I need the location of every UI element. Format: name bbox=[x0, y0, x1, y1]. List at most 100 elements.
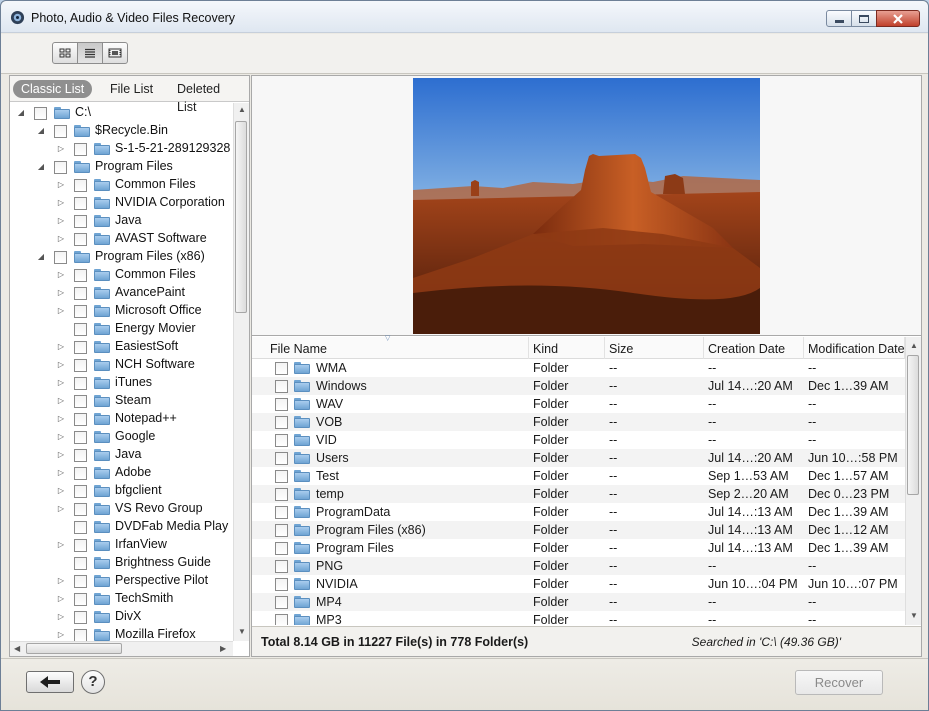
tree-node[interactable]: ▷ NVIDIA Corporation bbox=[10, 194, 234, 212]
file-row[interactable]: WAV Folder -- -- -- bbox=[252, 395, 905, 413]
file-row[interactable]: Program Files (x86) Folder -- Jul 14…:13 AM… bbox=[252, 521, 905, 539]
tab-file-list[interactable]: File List bbox=[102, 80, 161, 98]
file-row-checkbox[interactable] bbox=[275, 470, 288, 483]
expand-arrow-icon[interactable]: ▷ bbox=[56, 144, 66, 154]
tab-classic-list[interactable]: Classic List bbox=[13, 80, 93, 98]
tree-node[interactable]: ▷ Perspective Pilot bbox=[10, 572, 234, 590]
file-row-checkbox[interactable] bbox=[275, 542, 288, 555]
expand-arrow-icon[interactable]: ▷ bbox=[56, 486, 66, 496]
tree-node-checkbox[interactable] bbox=[74, 413, 87, 426]
file-scroll-down-icon[interactable]: ▼ bbox=[910, 611, 918, 620]
collapse-arrow-icon[interactable]: ◢ bbox=[16, 108, 26, 118]
tree-node[interactable]: ▷ Common Files bbox=[10, 176, 234, 194]
expand-arrow-icon[interactable]: ▷ bbox=[56, 288, 66, 298]
tree-node-checkbox[interactable] bbox=[54, 251, 67, 264]
tree-node[interactable]: ▷ NCH Software bbox=[10, 356, 234, 374]
file-row[interactable]: temp Folder -- Sep 2…20 AM Dec 0…23 PM bbox=[252, 485, 905, 503]
tree-node[interactable]: DVDFab Media Play bbox=[10, 518, 234, 536]
minimize-button[interactable] bbox=[826, 10, 852, 27]
file-row-checkbox[interactable] bbox=[275, 596, 288, 609]
tree-node-checkbox[interactable] bbox=[74, 323, 87, 336]
column-header-file-name[interactable]: File Name bbox=[252, 337, 529, 359]
tree-node-checkbox[interactable] bbox=[54, 161, 67, 174]
tree-node-checkbox[interactable] bbox=[74, 143, 87, 156]
tree-node-checkbox[interactable] bbox=[74, 485, 87, 498]
tree-node-checkbox[interactable] bbox=[74, 215, 87, 228]
tree-node-checkbox[interactable] bbox=[74, 629, 87, 641]
tree-node[interactable]: ◢ Program Files (x86) bbox=[10, 248, 234, 266]
file-row[interactable]: Test Folder -- Sep 1…53 AM Dec 1…57 AM bbox=[252, 467, 905, 485]
expand-arrow-icon[interactable]: ▷ bbox=[56, 216, 66, 226]
tree-node[interactable]: ▷ AvancePaint bbox=[10, 284, 234, 302]
expand-arrow-icon[interactable]: ▷ bbox=[56, 630, 66, 640]
expand-arrow-icon[interactable]: ▷ bbox=[56, 306, 66, 316]
maximize-button[interactable] bbox=[851, 10, 877, 27]
scroll-left-icon[interactable]: ◀ bbox=[14, 644, 20, 653]
back-button[interactable] bbox=[26, 671, 74, 693]
file-row-checkbox[interactable] bbox=[275, 614, 288, 625]
column-header-modification-date[interactable]: Modification Date bbox=[804, 337, 905, 359]
filmstrip-view-button[interactable] bbox=[102, 42, 128, 64]
tree-node-checkbox[interactable] bbox=[74, 395, 87, 408]
column-header-creation-date[interactable]: Creation Date bbox=[704, 337, 804, 359]
tree-node[interactable]: Energy Movier bbox=[10, 320, 234, 338]
file-row-checkbox[interactable] bbox=[275, 362, 288, 375]
expand-arrow-icon[interactable]: ▷ bbox=[56, 270, 66, 280]
file-row[interactable]: VID Folder -- -- -- bbox=[252, 431, 905, 449]
column-header-kind[interactable]: Kind bbox=[529, 337, 605, 359]
expand-arrow-icon[interactable]: ▷ bbox=[56, 432, 66, 442]
file-row[interactable]: MP4 Folder -- -- -- bbox=[252, 593, 905, 611]
expand-arrow-icon[interactable]: ▷ bbox=[56, 594, 66, 604]
tree-node-checkbox[interactable] bbox=[74, 431, 87, 444]
expand-arrow-icon[interactable]: ▷ bbox=[56, 576, 66, 586]
column-header-size[interactable]: Size bbox=[605, 337, 704, 359]
file-row[interactable]: PNG Folder -- -- -- bbox=[252, 557, 905, 575]
file-row[interactable]: Windows Folder -- Jul 14…:20 AM Dec 1…39 AM bbox=[252, 377, 905, 395]
tree-hscroll-thumb[interactable] bbox=[26, 643, 122, 654]
expand-arrow-icon[interactable]: ▷ bbox=[56, 540, 66, 550]
tree-vertical-scrollbar[interactable]: ▲ ▼ bbox=[233, 103, 249, 641]
file-row[interactable]: NVIDIA Folder -- Jun 10…:04 PM Jun 10…:07 PM bbox=[252, 575, 905, 593]
tree-node[interactable]: ▷ Microsoft Office bbox=[10, 302, 234, 320]
collapse-arrow-icon[interactable]: ◢ bbox=[36, 162, 46, 172]
file-list-vertical-scrollbar[interactable]: ▲ ▼ bbox=[905, 337, 921, 625]
tree-scroll-thumb[interactable] bbox=[235, 121, 247, 313]
tree-node[interactable]: ▷ DivX bbox=[10, 608, 234, 626]
expand-arrow-icon[interactable]: ▷ bbox=[56, 342, 66, 352]
file-row-checkbox[interactable] bbox=[275, 488, 288, 501]
expand-arrow-icon[interactable]: ▷ bbox=[56, 198, 66, 208]
tree-node-checkbox[interactable] bbox=[74, 287, 87, 300]
tree-node-checkbox[interactable] bbox=[74, 179, 87, 192]
tree-node[interactable]: ▷ Adobe bbox=[10, 464, 234, 482]
tree-node[interactable]: ◢ $Recycle.Bin bbox=[10, 122, 234, 140]
file-row-checkbox[interactable] bbox=[275, 452, 288, 465]
expand-arrow-icon[interactable]: ▷ bbox=[56, 378, 66, 388]
file-row[interactable]: WMA Folder -- -- -- bbox=[252, 359, 905, 377]
tree-node[interactable]: ◢ Program Files bbox=[10, 158, 234, 176]
file-row-checkbox[interactable] bbox=[275, 380, 288, 393]
tree-node-checkbox[interactable] bbox=[74, 377, 87, 390]
list-view-button[interactable] bbox=[77, 42, 103, 64]
file-row-checkbox[interactable] bbox=[275, 506, 288, 519]
tree-node-checkbox[interactable] bbox=[74, 449, 87, 462]
expand-arrow-icon[interactable]: ▷ bbox=[56, 450, 66, 460]
expand-arrow-icon[interactable]: ▷ bbox=[56, 612, 66, 622]
expand-arrow-icon[interactable]: ▷ bbox=[56, 414, 66, 424]
tree-node-checkbox[interactable] bbox=[74, 575, 87, 588]
tree-node-checkbox[interactable] bbox=[74, 611, 87, 624]
file-row-checkbox[interactable] bbox=[275, 524, 288, 537]
tree-node[interactable]: ▷ VS Revo Group bbox=[10, 500, 234, 518]
expand-arrow-icon[interactable]: ▷ bbox=[56, 360, 66, 370]
thumbnails-view-button[interactable] bbox=[52, 42, 78, 64]
tree-node[interactable]: ▷ TechSmith bbox=[10, 590, 234, 608]
expand-arrow-icon[interactable]: ▷ bbox=[56, 234, 66, 244]
file-row-checkbox[interactable] bbox=[275, 416, 288, 429]
expand-arrow-icon[interactable]: ▷ bbox=[56, 180, 66, 190]
collapse-arrow-icon[interactable]: ◢ bbox=[36, 252, 46, 262]
file-row[interactable]: MP3 Folder -- -- -- bbox=[252, 611, 905, 625]
tree-node[interactable]: ▷ Java bbox=[10, 446, 234, 464]
tree-node[interactable]: ▷ Java bbox=[10, 212, 234, 230]
tree-node-checkbox[interactable] bbox=[74, 557, 87, 570]
tree-node[interactable]: ▷ Steam bbox=[10, 392, 234, 410]
tree-node[interactable]: ▷ bfgclient bbox=[10, 482, 234, 500]
